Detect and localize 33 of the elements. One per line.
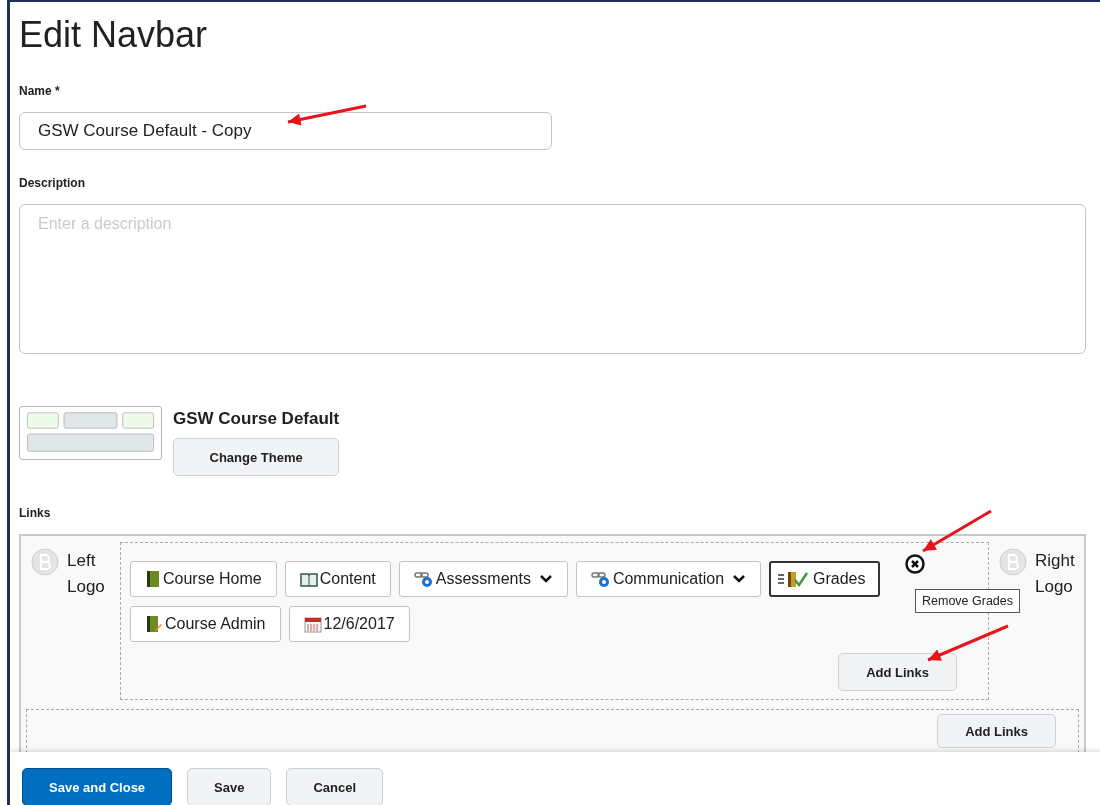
field-label: Description (19, 176, 86, 190)
navbar-link[interactable]: Grades (769, 561, 880, 597)
page-title: Edit Navbar (19, 14, 209, 56)
book-icon (145, 570, 161, 588)
section-label: Links (19, 506, 52, 520)
add-links-button[interactable]: Add Links (937, 714, 1056, 748)
navbar-link[interactable]: Course Home (130, 561, 277, 597)
name-field[interactable]: GSW Course Default - Copy (19, 112, 552, 150)
field-label: Name * (19, 84, 61, 98)
logo-label: Right Logo (1035, 550, 1075, 598)
calendar-icon (303, 615, 322, 633)
tooltip: Remove Grades (915, 589, 1020, 613)
navbar-link[interactable]: 12/6/2017 (288, 606, 410, 642)
theme-name: GSW Course Default (173, 409, 340, 429)
link-globe-icon (413, 570, 434, 588)
book-edit-icon (145, 615, 163, 633)
open-book-icon (299, 571, 318, 587)
logo-placeholder-icon (999, 548, 1027, 576)
add-links-button[interactable]: Add Links (838, 653, 957, 691)
close-icon[interactable] (905, 554, 925, 574)
change-theme-button[interactable]: Change Theme (173, 438, 340, 476)
annotation-arrow (922, 509, 992, 553)
navbar-link[interactable]: Content (284, 561, 391, 597)
save-and-close-button[interactable]: Save and Close (22, 768, 173, 805)
footer-button[interactable]: Save (187, 768, 272, 805)
logo-placeholder-icon (31, 548, 59, 576)
navbar-link[interactable]: Communication (575, 561, 762, 597)
theme-preview-icon (19, 406, 162, 460)
navbar-link[interactable]: Course Admin (130, 606, 281, 642)
footer-button[interactable]: Cancel (286, 768, 384, 805)
link-globe-icon (590, 570, 611, 588)
navbar-link[interactable]: Assessments (398, 561, 568, 597)
logo-label: Left Logo (67, 550, 105, 598)
